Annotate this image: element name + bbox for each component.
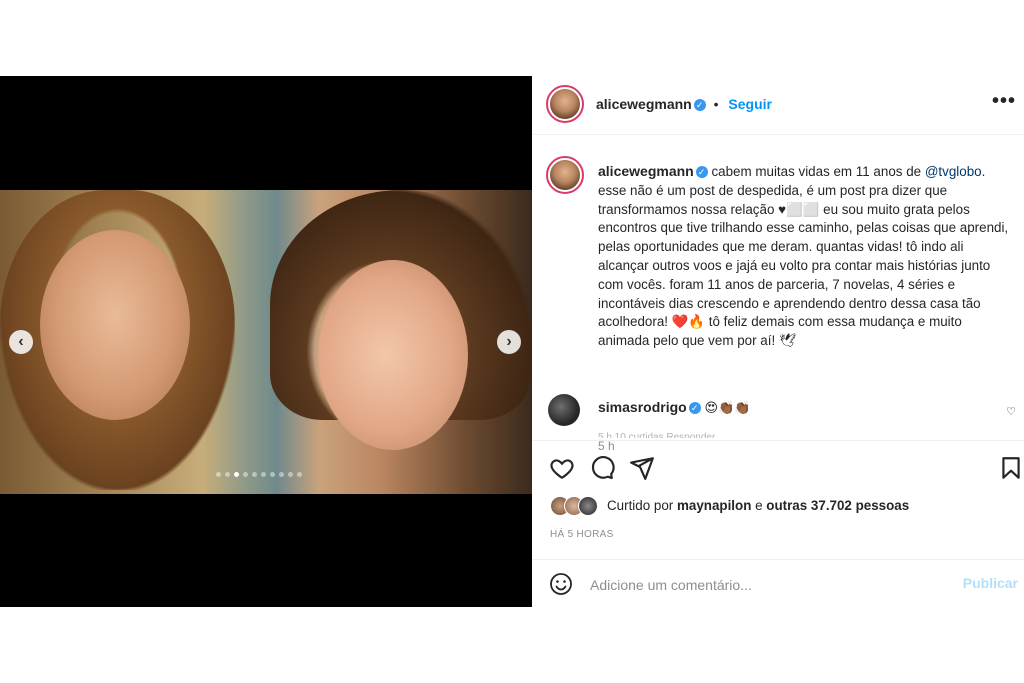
post-photo [0,190,532,494]
caption-mention[interactable]: @tvglobo [925,164,982,179]
post-sidebar: alicewegmann ✓ • Seguir ••• alicewegmann ✓… [532,76,1024,607]
carousel-dot [234,472,239,477]
comment-text-row: simasrodrigo ✓ 😍👏🏾👏🏾 [598,399,750,416]
comment-heart-icon[interactable]: ♡ [1006,405,1016,418]
caption-text: alicewegmann ✓ cabem muitas vidas em 11 a… [598,162,1016,351]
verified-icon: ✓ [695,166,708,179]
carousel-dot [288,472,293,477]
avatar[interactable] [546,85,584,123]
post-header: alicewegmann ✓ • Seguir ••• [532,76,1024,135]
header-name-row: alicewegmann ✓ • Seguir [596,96,772,112]
carousel-dot [252,472,257,477]
comment-icon[interactable] [589,455,615,481]
action-bar [532,440,1024,501]
carousel-dot [225,472,230,477]
comment-username[interactable]: simasrodrigo [598,399,687,415]
smile-icon[interactable] [549,572,573,596]
verified-icon: ✓ [693,99,706,112]
carousel-dot [216,472,221,477]
share-icon[interactable] [629,455,655,481]
likes-user[interactable]: maynapilon [677,498,751,513]
liker-avatars[interactable] [550,496,602,516]
avatar [578,496,598,516]
likes-prefix: Curtido por [607,498,677,513]
publish-button[interactable]: Publicar [963,575,1018,591]
bookmark-icon[interactable] [998,455,1024,481]
carousel-dot [243,472,248,477]
separator-dot: • [713,96,719,112]
header-username[interactable]: alicewegmann [596,96,692,112]
likes-middle: e [751,498,767,513]
comment-input[interactable] [588,574,952,596]
verified-icon: ✓ [688,402,701,415]
comment-item: simasrodrigo ✓ 😍👏🏾👏🏾 ♡ [546,390,1016,430]
face-right [318,260,468,450]
add-comment-bar: Publicar [532,559,1024,608]
heart-icon[interactable] [549,455,575,481]
instagram-post: ‹ › alicewegmann ✓ • Seguir ••• alicewegm… [0,76,1024,607]
caption-avatar[interactable] [546,156,584,194]
comment-text: 😍👏🏾👏🏾 [704,400,751,415]
post-timestamp[interactable]: HÁ 5 HORAS [550,529,614,540]
comment-avatar[interactable] [548,394,580,426]
face-left [40,230,190,420]
post-media[interactable]: ‹ › [0,76,532,607]
carousel-dot [261,472,266,477]
carousel-dot [297,472,302,477]
chevron-right-icon[interactable]: › [497,330,521,354]
caption-username[interactable]: alicewegmann [598,163,694,179]
comment-meta: 5 h 10 curtidas Responder [598,432,716,438]
follow-button[interactable]: Seguir [728,96,772,112]
caption-body-end: . esse não é um post de despedida, é um … [598,164,1009,349]
carousel-indicator [216,472,302,477]
caption-body-start: cabem muitas vidas em 11 anos de [711,164,925,179]
carousel-dot [279,472,284,477]
chevron-left-icon[interactable]: ‹ [9,330,33,354]
likes-others[interactable]: outras 37.702 pessoas [766,498,909,513]
more-icon[interactable]: ••• [992,90,1016,113]
carousel-dot [270,472,275,477]
likes-text: Curtido por maynapilon e outras 37.702 p… [607,498,909,513]
